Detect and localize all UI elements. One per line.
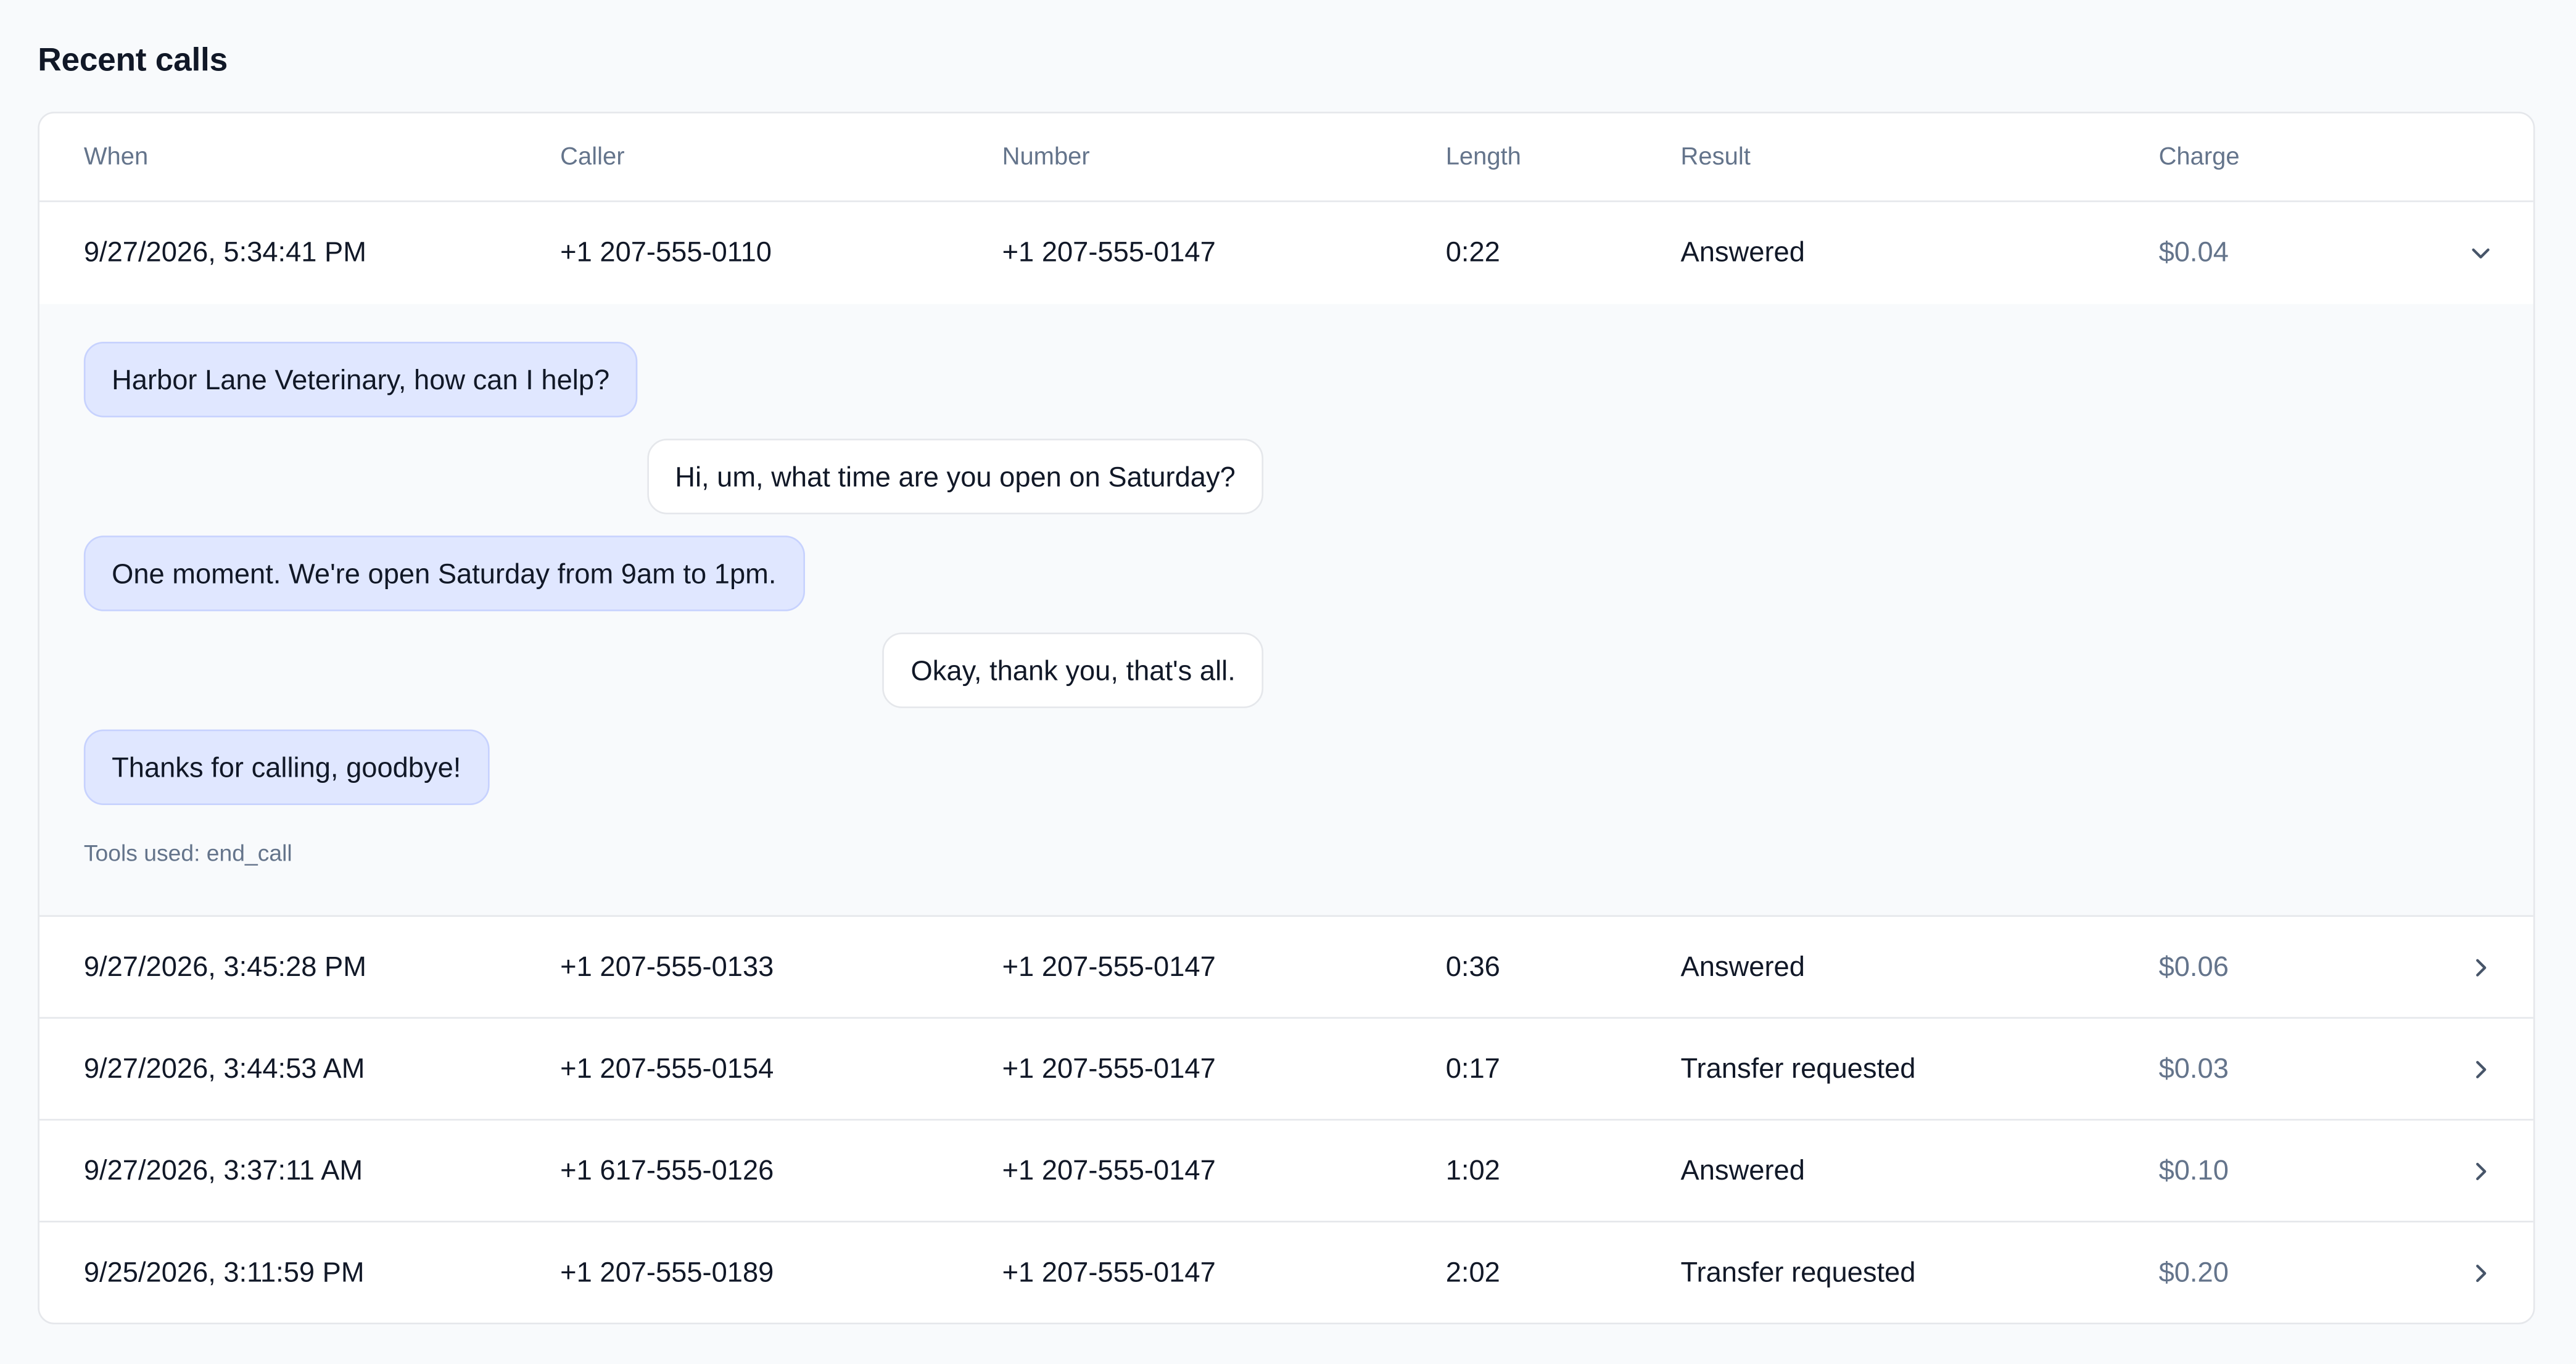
header-number: Number	[1002, 143, 1090, 171]
cell-caller: +1 617-555-0126	[560, 1154, 774, 1186]
chevron-right-icon[interactable]	[2467, 1260, 2494, 1287]
cell-number: +1 207-555-0147	[1002, 950, 1216, 982]
cell-result: Answered	[1680, 950, 1805, 982]
table-header: When Caller Number Length Result Charge	[39, 114, 2533, 202]
cell-number: +1 207-555-0147	[1002, 1052, 1216, 1084]
transcript-message-agent: One moment. We're open Saturday from 9am…	[83, 535, 804, 611]
cell-caller: +1 207-555-0189	[560, 1257, 774, 1289]
cell-length: 0:22	[1445, 236, 1500, 268]
chevron-right-icon[interactable]	[2467, 1056, 2494, 1082]
cell-when: 9/27/2026, 5:34:41 PM	[83, 236, 366, 268]
call-transcript: Harbor Lane Veterinary, how can I help? …	[39, 304, 2533, 917]
tools-used-label: Tools used: end_call	[83, 839, 292, 866]
cell-length: 0:36	[1445, 950, 1500, 982]
cell-number: +1 207-555-0147	[1002, 236, 1216, 268]
cell-caller: +1 207-555-0154	[560, 1052, 774, 1084]
chevron-right-icon[interactable]	[2467, 1157, 2494, 1184]
header-charge: Charge	[2158, 143, 2240, 171]
table-row[interactable]: 9/25/2026, 3:11:59 PM +1 207-555-0189 +1…	[39, 1222, 2533, 1322]
header-caller: Caller	[560, 143, 625, 171]
cell-length: 0:17	[1445, 1052, 1500, 1084]
cell-result: Answered	[1680, 1154, 1805, 1186]
page: Recent calls When Caller Number Length R…	[0, 0, 2576, 1364]
transcript-message-agent: Thanks for calling, goodbye!	[83, 729, 489, 806]
chevron-down-icon[interactable]	[2467, 240, 2494, 267]
cell-charge: $0.20	[2158, 1257, 2229, 1289]
cell-caller: +1 207-555-0110	[560, 236, 772, 268]
cell-charge: $0.04	[2158, 236, 2229, 268]
header-result: Result	[1680, 143, 1751, 171]
transcript-message-caller: Hi, um, what time are you open on Saturd…	[646, 439, 1264, 515]
transcript-message-agent: Harbor Lane Veterinary, how can I help?	[83, 341, 638, 418]
cell-number: +1 207-555-0147	[1002, 1257, 1216, 1289]
transcript-message-caller: Okay, thank you, that's all.	[883, 632, 1264, 708]
cell-number: +1 207-555-0147	[1002, 1154, 1216, 1186]
table-row[interactable]: 9/27/2026, 3:44:53 AM +1 207-555-0154 +1…	[39, 1019, 2533, 1121]
cell-caller: +1 207-555-0133	[560, 950, 774, 982]
chevron-right-icon[interactable]	[2467, 954, 2494, 980]
cell-charge: $0.06	[2158, 950, 2229, 982]
cell-length: 1:02	[1445, 1154, 1500, 1186]
calls-table: When Caller Number Length Result Charge …	[38, 112, 2535, 1325]
cell-charge: $0.10	[2158, 1154, 2229, 1186]
page-title: Recent calls	[38, 43, 228, 79]
table-row[interactable]: 9/27/2026, 5:34:41 PM +1 207-555-0110 +1…	[39, 202, 2533, 304]
cell-result: Answered	[1680, 236, 1805, 268]
cell-result: Transfer requested	[1680, 1257, 1916, 1289]
cell-when: 9/27/2026, 3:44:53 AM	[83, 1052, 365, 1084]
header-length: Length	[1445, 143, 1521, 171]
cell-length: 2:02	[1445, 1257, 1500, 1289]
cell-when: 9/27/2026, 3:45:28 PM	[83, 950, 366, 982]
table-row[interactable]: 9/27/2026, 3:45:28 PM +1 207-555-0133 +1…	[39, 917, 2533, 1019]
header-when: When	[83, 143, 149, 171]
cell-result: Transfer requested	[1680, 1052, 1916, 1084]
cell-when: 9/27/2026, 3:37:11 AM	[83, 1154, 363, 1186]
cell-charge: $0.03	[2158, 1052, 2229, 1084]
table-row[interactable]: 9/27/2026, 3:37:11 AM +1 617-555-0126 +1…	[39, 1120, 2533, 1223]
cell-when: 9/25/2026, 3:11:59 PM	[83, 1257, 365, 1289]
